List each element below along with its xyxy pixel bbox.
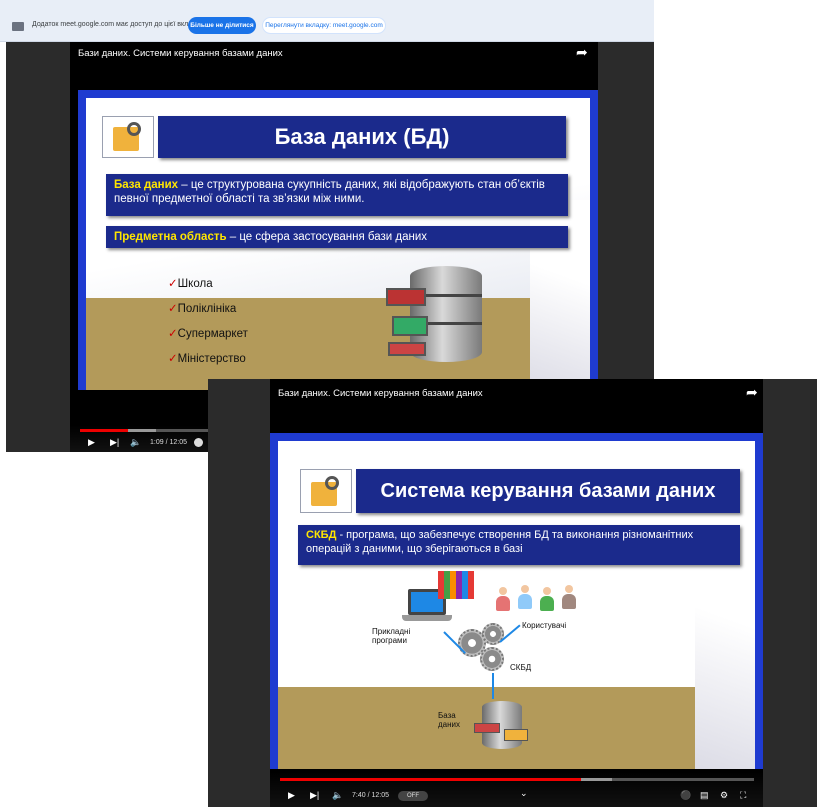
definition-dbms-text: - програма, що забезпечує створення БД т… — [306, 529, 694, 555]
definition-domain-text: – це сфера застосування бази даних — [226, 231, 428, 243]
screen-share-icon — [12, 22, 24, 31]
user-icon — [496, 587, 510, 611]
time-display: 1:09 / 12:05 — [150, 439, 187, 446]
subtitles-icon[interactable]: ▤ — [700, 790, 709, 801]
term-db: База даних — [114, 179, 179, 191]
definition-domain: Предметна область – це сфера застосуванн… — [106, 226, 568, 248]
play-icon[interactable]: ▶ — [88, 437, 95, 448]
share-arrow-icon[interactable]: ➦ — [576, 44, 588, 61]
term-dbms: СКБД — [306, 529, 337, 541]
folder-magnifier-icon — [102, 116, 154, 158]
left-pillar — [6, 42, 70, 452]
left-pillar — [208, 379, 270, 807]
chevron-down-icon[interactable]: ⌄ — [520, 788, 528, 799]
slide-heading: База даних (БД) — [158, 116, 566, 158]
list-item: ✓Поліклініка — [168, 303, 237, 315]
autoplay-icon[interactable]: ⚫ — [680, 790, 691, 801]
database-cabinet-icon — [382, 266, 492, 366]
slide: Система керування базами даних СКБД - пр… — [270, 433, 763, 769]
definition-db: База даних – це структурована сукупність… — [106, 174, 568, 216]
volume-icon[interactable]: 🔈 — [130, 437, 141, 448]
list-item: ✓Супермаркет — [168, 328, 248, 340]
label-users: Користувачі — [522, 621, 567, 630]
user-icon — [518, 585, 532, 609]
slide: База даних (БД) База даних – це структур… — [78, 90, 598, 390]
definition-dbms: СКБД - програма, що забезпечує створення… — [298, 525, 740, 565]
video-player-2[interactable]: Бази даних. Системи керування базами дан… — [208, 379, 817, 807]
label-dbms: СКБД — [510, 663, 532, 672]
progress-played — [80, 429, 129, 432]
list-item: ✓Школа — [168, 278, 213, 290]
volume-icon[interactable]: 🔈 — [332, 790, 343, 801]
term-domain: Предметна область — [114, 231, 227, 243]
tab-sharing-bar: Додаток meet.google.com має доступ до ці… — [0, 0, 654, 42]
checkmark-icon: ✓ — [168, 303, 178, 315]
checkmark-icon: ✓ — [168, 278, 178, 290]
database-cabinet-icon — [474, 701, 530, 751]
checkmark-icon: ✓ — [168, 353, 178, 365]
arrow-dbms-db — [492, 673, 494, 699]
label-apps: Прикладні програми — [372, 627, 411, 646]
list-item: ✓Міністерство — [168, 353, 246, 365]
definition-db-text: – це структурована сукупність даних, які… — [114, 179, 545, 206]
settings-icon[interactable]: ⚙ — [720, 790, 728, 801]
exit-fullscreen-icon[interactable]: ⛶ — [740, 790, 746, 801]
video-title: Бази даних. Системи керування базами дан… — [78, 48, 283, 59]
time-display: 7:40 / 12:05 — [352, 792, 389, 799]
video-title: Бази даних. Системи керування базами дан… — [278, 388, 483, 399]
share-arrow-icon[interactable]: ➦ — [746, 384, 758, 401]
next-icon[interactable]: ▶| — [310, 790, 319, 801]
switch-tab-button[interactable]: Переглянути вкладку: meet.google.com — [262, 17, 386, 34]
folder-magnifier-icon — [300, 469, 352, 513]
sharing-message: Додаток meet.google.com має доступ до ці… — [32, 21, 204, 28]
user-icon — [562, 585, 576, 609]
progress-played — [280, 778, 581, 781]
checkmark-icon: ✓ — [168, 328, 178, 340]
player-controls: ▶ ▶| 🔈 7:40 / 12:05 OFF ⌄ ⚫ ▤ ⚙ ⛶ — [270, 772, 763, 807]
stop-sharing-button[interactable]: Більше не ділитися — [188, 17, 256, 34]
app-tiles-icon — [438, 571, 474, 599]
right-pillar — [763, 379, 817, 807]
subtitles-toggle[interactable]: OFF — [398, 791, 428, 801]
slide-heading: Система керування базами даних — [356, 469, 740, 513]
label-db: База даних — [438, 711, 461, 730]
play-icon[interactable]: ▶ — [288, 790, 295, 801]
user-icon — [540, 587, 554, 611]
subtitles-toggle[interactable] — [194, 438, 203, 447]
next-icon[interactable]: ▶| — [110, 437, 119, 448]
gear-icon — [480, 647, 504, 671]
progress-bar[interactable] — [280, 778, 754, 781]
subtitles-state: OFF — [407, 793, 419, 799]
